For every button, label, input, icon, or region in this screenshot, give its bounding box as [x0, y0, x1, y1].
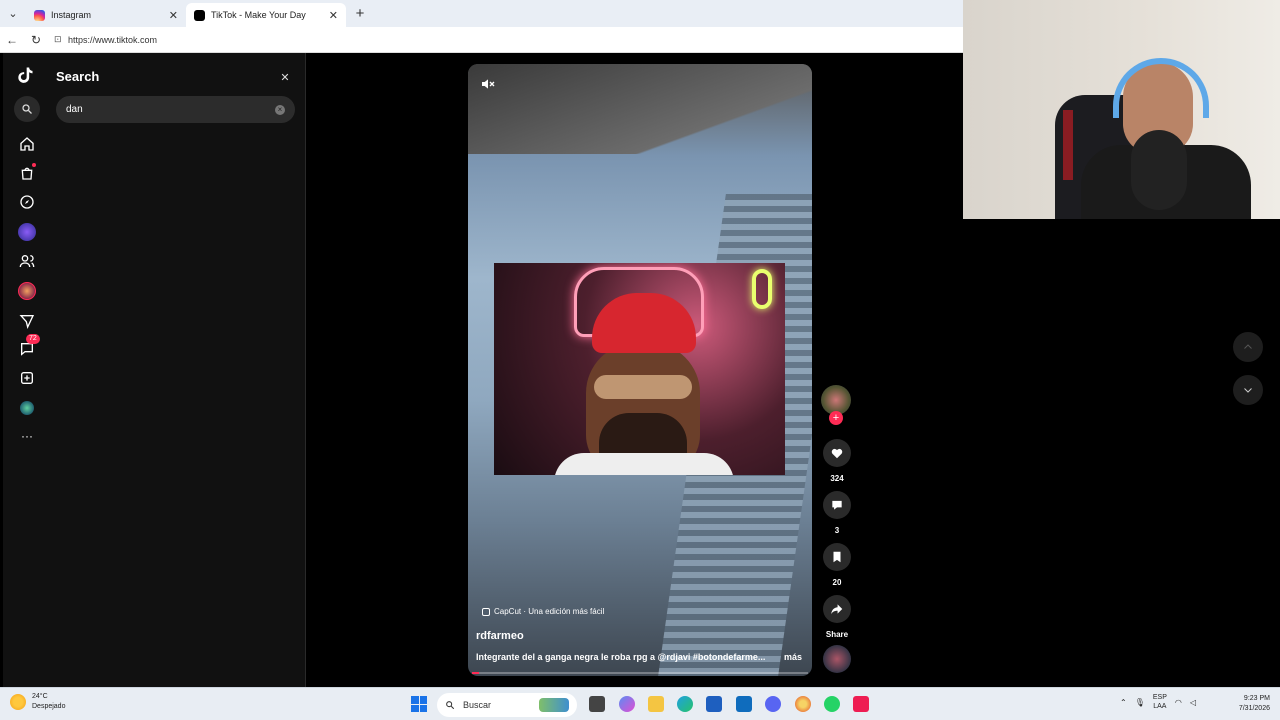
system-clock[interactable]: 9:23 PM 7/31/2026	[1228, 694, 1270, 714]
previous-video-chevron-up-icon[interactable]	[1233, 332, 1263, 362]
video-player[interactable]: CapCut · Una edición más fácil rdfarmeo …	[468, 64, 812, 676]
shop-icon[interactable]	[16, 162, 38, 184]
language-indicator[interactable]: ESP LAA	[1153, 693, 1167, 711]
taskbar-search[interactable]: Buscar	[437, 693, 577, 717]
search-panel-title: Search	[56, 69, 100, 84]
close-search-panel-icon[interactable]: ✕	[277, 70, 293, 86]
tab-tiktok[interactable]: TikTok - Make Your Day ✕	[186, 3, 346, 27]
like-button[interactable]	[823, 439, 851, 467]
tab-close-icon[interactable]: ✕	[329, 9, 338, 22]
activity-icon[interactable]: 72	[16, 334, 40, 360]
follow-button[interactable]: +	[829, 411, 843, 425]
clear-search-icon[interactable]: ×	[275, 104, 285, 115]
windows-start-icon[interactable]	[411, 696, 427, 712]
caption-text: Integrante del a ganga negra le roba rpg…	[476, 652, 766, 662]
messages-icon[interactable]	[16, 310, 38, 332]
tray-chevron-up-icon[interactable]: ⌃	[1120, 698, 1127, 707]
save-count: 20	[832, 578, 842, 587]
lang-line1: ESP	[1152, 694, 1167, 701]
headset	[1113, 58, 1209, 118]
weather-widget[interactable]: 24°C Despejado	[10, 692, 65, 712]
share-label: Share	[825, 630, 849, 639]
video-inset-image	[494, 263, 785, 475]
wifi-icon[interactable]: ◠	[1175, 698, 1182, 707]
search-input[interactable]	[66, 104, 275, 115]
mail-icon[interactable]	[736, 696, 752, 712]
tiktok-page: Search ✕ ×	[3, 53, 963, 687]
tiktok-logo-icon[interactable]	[15, 65, 39, 89]
chair-accent	[1063, 110, 1073, 180]
reload-icon[interactable]: ↻	[24, 33, 48, 47]
tiktok-taskbar-icon[interactable]	[853, 696, 869, 712]
video-background-roof	[468, 64, 812, 154]
like-count: 324	[830, 474, 844, 483]
weather-temp: 24°C	[32, 693, 48, 700]
back-arrow-icon[interactable]: ←	[0, 33, 24, 47]
comment-count: 3	[834, 526, 840, 535]
next-video-chevron-down-icon[interactable]	[1233, 375, 1263, 405]
video-caption: Integrante del a ganga negra le roba rpg…	[476, 652, 802, 662]
tab-close-icon[interactable]: ✕	[169, 9, 178, 22]
live-avatar-icon[interactable]	[16, 221, 38, 243]
notification-dot	[32, 163, 36, 167]
music-disc-icon[interactable]	[823, 645, 851, 673]
edge-icon[interactable]	[677, 696, 693, 712]
explore-icon[interactable]	[16, 191, 38, 213]
file-explorer-icon[interactable]	[648, 696, 664, 712]
copilot-icon[interactable]	[619, 696, 635, 712]
url-field[interactable]: ⊡ https://www.tiktok.com	[54, 29, 959, 50]
discord-icon[interactable]	[765, 696, 781, 712]
upload-icon[interactable]	[16, 367, 38, 389]
sidebar: Search ✕ ×	[3, 53, 306, 687]
tiktok-favicon-icon	[194, 9, 205, 21]
save-button[interactable]	[823, 543, 851, 571]
url-text: https://www.tiktok.com	[68, 34, 158, 45]
capcut-icon	[482, 607, 490, 616]
search-icon[interactable]	[14, 96, 40, 122]
tab-list-dropdown-icon[interactable]: ⌄	[0, 0, 26, 27]
video-progress-fill	[472, 672, 479, 674]
following-icon[interactable]	[16, 250, 38, 272]
tab-title: TikTok - Make Your Day	[211, 10, 306, 20]
weather-sun-icon	[10, 694, 26, 710]
site-info-icon[interactable]: ⊡	[54, 34, 68, 45]
tab-instagram[interactable]: Instagram ✕	[26, 3, 186, 27]
home-icon[interactable]	[16, 133, 38, 155]
tab-title: Instagram	[51, 10, 92, 20]
task-view-icon[interactable]	[589, 696, 605, 712]
volume-icon[interactable]: ◁	[1190, 698, 1196, 707]
capcut-tag[interactable]: CapCut · Una edición más fácil	[482, 607, 604, 616]
capcut-text: CapCut · Una edición más fácil	[494, 607, 605, 616]
instagram-favicon-icon	[34, 9, 45, 21]
clock-time: 9:23 PM	[1243, 695, 1270, 702]
more-icon[interactable]: ···	[16, 425, 38, 447]
search-highlight-icon	[539, 698, 569, 712]
share-button[interactable]	[823, 595, 851, 623]
taskbar-search-placeholder: Buscar	[463, 700, 492, 710]
chrome-icon[interactable]	[795, 696, 811, 712]
activity-badge: 72	[26, 334, 40, 344]
lang-line2: LAA	[1153, 703, 1167, 710]
video-progress-bar[interactable]	[472, 672, 808, 674]
mute-icon[interactable]	[480, 76, 500, 96]
search-input-container: ×	[56, 96, 295, 123]
webcam-overlay	[963, 0, 1280, 219]
comment-button[interactable]	[823, 491, 851, 519]
new-tab-button[interactable]: +	[346, 5, 374, 22]
profile-avatar-icon[interactable]	[16, 397, 38, 419]
clock-date: 7/31/2026	[1238, 705, 1270, 712]
weather-desc: Despejado	[32, 703, 66, 710]
caption-more-link[interactable]: más	[784, 652, 802, 662]
taskbar-search-icon	[446, 701, 455, 710]
whatsapp-icon[interactable]	[824, 696, 840, 712]
store-icon[interactable]	[706, 696, 722, 712]
friends-avatar-icon[interactable]	[16, 280, 38, 302]
system-tray: ⌃ 🎙 ESP LAA ◠ ◁	[1120, 693, 1196, 711]
microphone	[1131, 130, 1187, 210]
video-author[interactable]: rdfarmeo	[476, 630, 524, 642]
address-bar: ← ↻ ⊡ https://www.tiktok.com	[0, 27, 963, 53]
browser-tab-bar: ⌄ Instagram ✕ TikTok - Make Your Day ✕ +	[0, 0, 963, 27]
windows-taskbar: 24°C Despejado Buscar ⌃ 🎙 ESP LAA ◠ ◁ 9:…	[0, 687, 1280, 720]
microphone-icon[interactable]: 🎙	[1135, 698, 1145, 707]
